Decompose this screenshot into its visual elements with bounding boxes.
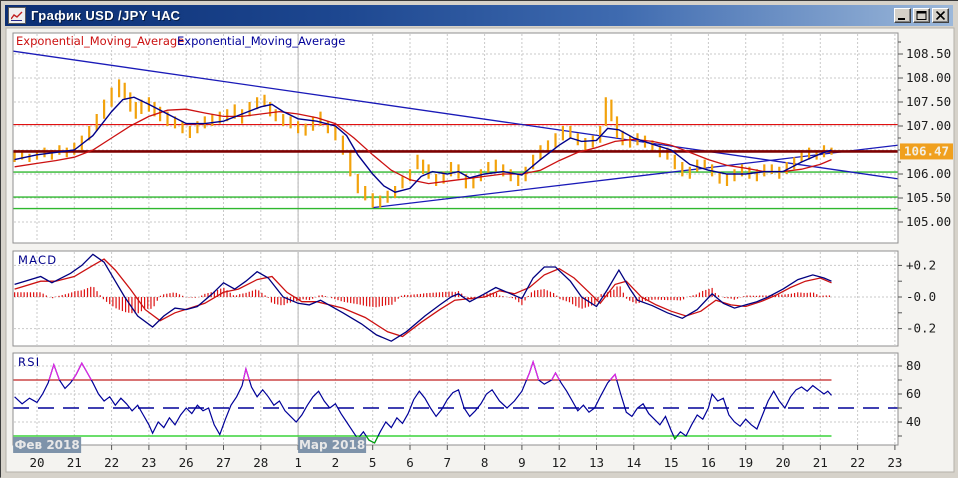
x-axis-label: 28 xyxy=(253,455,268,470)
close-icon xyxy=(935,11,946,20)
ema-label-red: Exponential_Moving_Average xyxy=(16,34,184,48)
x-axis-label: 12 xyxy=(552,455,567,470)
price-axis-label: 107.50 xyxy=(906,94,951,109)
x-axis-label: 21 xyxy=(813,455,828,470)
x-axis-label: 21 xyxy=(67,455,82,470)
rsi-label: RSI xyxy=(18,355,40,369)
x-axis-label: 16 xyxy=(701,455,716,470)
chart-canvas[interactable]: Exponential_Moving_AverageExponential_Mo… xyxy=(1,1,958,478)
chart-window: Exponential_Moving_AverageExponential_Mo… xyxy=(0,0,958,477)
x-axis-label: 20 xyxy=(775,455,790,470)
x-axis-label: 20 xyxy=(29,455,44,470)
price-axis-label: 105.00 xyxy=(906,214,951,229)
main-panel[interactable] xyxy=(13,33,898,243)
x-axis-label: 15 xyxy=(664,455,679,470)
x-axis-label: 23 xyxy=(887,455,902,470)
x-axis-label: 9 xyxy=(518,455,526,470)
maximize-button[interactable] xyxy=(913,8,930,23)
x-axis-label: 23 xyxy=(141,455,156,470)
price-axis-label: 107.00 xyxy=(906,118,951,133)
close-button[interactable] xyxy=(932,8,949,23)
x-axis-label: 14 xyxy=(626,455,641,470)
macd-axis-label: +0.2 xyxy=(906,257,936,272)
x-axis-label: 2 xyxy=(332,455,340,470)
rsi-panel[interactable] xyxy=(13,353,898,445)
ema-label-blue: Exponential_Moving_Average xyxy=(177,34,345,48)
price-axis-label: 108.00 xyxy=(906,70,951,85)
x-axis-label: 1 xyxy=(294,455,302,470)
macd-axis-label: -0.2 xyxy=(906,321,936,336)
month-tag-text: Фев 2018 xyxy=(15,438,80,452)
x-axis-label: 26 xyxy=(179,455,194,470)
x-axis-label: 6 xyxy=(406,455,414,470)
minimize-button[interactable] xyxy=(894,8,911,23)
month-tag-text: Мар 2018 xyxy=(299,438,365,452)
x-axis-label: 22 xyxy=(104,455,119,470)
chart-icon[interactable] xyxy=(8,7,26,24)
macd-label: MACD xyxy=(18,253,57,267)
x-axis-label: 19 xyxy=(738,455,753,470)
title-bar[interactable]: График USD /JPY ЧАС xyxy=(5,5,953,26)
x-axis-label: 13 xyxy=(589,455,604,470)
current-price-tag-text: 106.47 xyxy=(904,144,949,159)
price-axis-label: 105.50 xyxy=(906,190,951,205)
window-title: График USD /JPY ЧАС xyxy=(31,8,894,23)
x-axis-label: 27 xyxy=(216,455,231,470)
window-controls xyxy=(894,8,950,23)
maximize-icon xyxy=(916,11,927,20)
price-axis-label: 108.50 xyxy=(906,46,951,61)
rsi-axis-label: 80 xyxy=(906,358,921,373)
rsi-axis-label: 40 xyxy=(906,414,921,429)
x-axis-label: 22 xyxy=(850,455,865,470)
price-axis-label: 106.00 xyxy=(906,166,951,181)
x-axis-label: 7 xyxy=(444,455,452,470)
minimize-icon xyxy=(897,11,908,20)
x-axis-label: 8 xyxy=(481,455,489,470)
macd-axis-label: -0.0 xyxy=(906,289,936,304)
x-axis-label: 5 xyxy=(369,455,377,470)
rsi-axis-label: 60 xyxy=(906,386,921,401)
